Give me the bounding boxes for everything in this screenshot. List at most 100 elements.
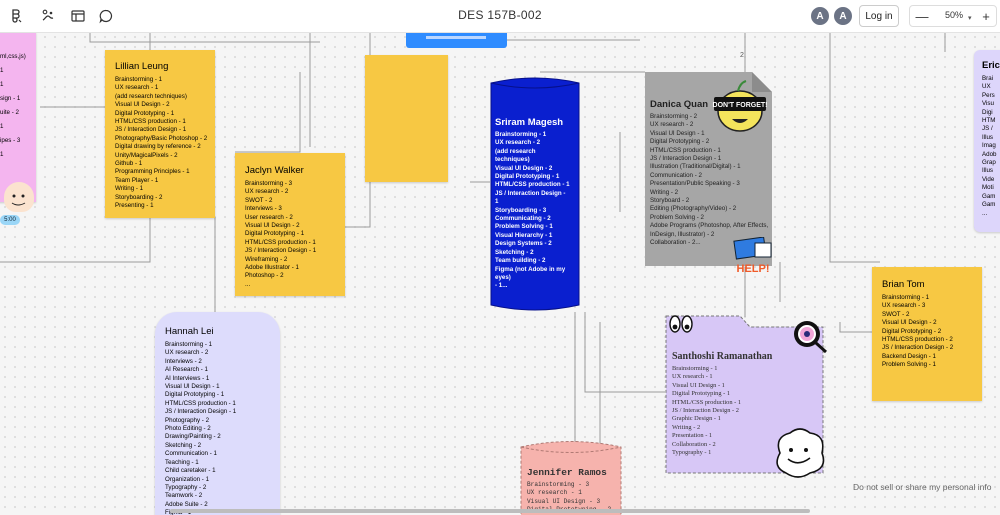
privacy-link[interactable]: Do not sell or share my personal info: [853, 482, 991, 492]
list-item: Brainstorming - 3: [245, 180, 293, 187]
list-item: HTML/CSS production - 1: [115, 118, 186, 126]
list-item: Brainstorming - 3: [527, 481, 590, 488]
list-item: Visual UI Design - 1: [672, 381, 725, 389]
googly-eyes-sticker[interactable]: [667, 312, 695, 340]
list-item: ...: [982, 209, 988, 217]
list-item: Problem Solving - 1: [495, 223, 553, 231]
top-toolbar: DES 157B-002 A A Log in — 50% ▾ +: [0, 0, 1000, 33]
list-item: Sketching - 2: [165, 441, 202, 449]
list-item: Visu: [982, 100, 994, 108]
folder-content: Santhoshi Ramanathan Brainstorming - 1 UX…: [672, 351, 772, 457]
list-item: Storyboarding - 2: [115, 193, 163, 201]
zoom-out-button[interactable]: —: [912, 6, 932, 26]
list-item: UX research - 3: [882, 302, 926, 310]
timer-badge[interactable]: 5:00: [0, 215, 20, 225]
list-item: uite - 2: [0, 109, 19, 116]
button-label-partial: [426, 36, 486, 39]
list-item: Visual UI Design - 2: [882, 319, 937, 327]
list-item: Presenting - 1: [115, 202, 154, 210]
horizontal-scrollbar[interactable]: [170, 509, 810, 513]
list-item: Teaching - 1: [165, 458, 199, 466]
list-item: HTML/CSS production - 1: [672, 398, 742, 406]
list-item: Design Systems - 2: [495, 240, 552, 248]
list-item: Adobe Programs (Photoshop, After Effects…: [650, 222, 769, 230]
list-item: Illus: [982, 133, 994, 141]
list-item: JS / Interaction Design - 1: [650, 155, 722, 163]
list-item: UX research - 1: [672, 373, 713, 381]
list-item: Digital Prototyping - 1: [495, 173, 560, 181]
list-item: Adobe Illustrator - 1: [245, 264, 299, 272]
card-title: Eric: [982, 60, 1000, 71]
connector-label: 2: [740, 52, 744, 59]
card-title: Santhoshi Ramanathan: [672, 351, 773, 362]
whiteboard-canvas[interactable]: 2 ml,css,js) 1 1 sign - 1 uite - 2 1 ipe…: [0, 32, 1000, 515]
list-item: (add research techniques): [115, 92, 187, 100]
card-title: Brian Tom: [882, 279, 925, 290]
avatar[interactable]: A: [810, 6, 830, 26]
magnifier-sticker[interactable]: [790, 317, 830, 355]
list-item: HTML/CSS production - 2: [882, 336, 953, 344]
list-item: UX: [982, 83, 991, 91]
action-button-partial[interactable]: [406, 32, 507, 48]
list-item: Drawing/Painting - 2: [165, 433, 221, 441]
sticky-note-jaclyn[interactable]: Jaclyn Walker Brainstorming - 3 UX resear…: [235, 153, 345, 296]
list-item: Github - 1: [115, 160, 143, 168]
help-sticker[interactable]: HELP!: [727, 236, 777, 277]
sticky-note-hannah[interactable]: Hannah Lei Brainstorming - 1 UX research …: [155, 312, 280, 515]
card-title: Lillian Leung: [115, 61, 169, 72]
list-item: SWOT - 2: [245, 196, 273, 204]
list-item: Moti: [982, 184, 994, 192]
list-item: Brainstorming - 1: [115, 76, 163, 83]
list-item: Gam: [982, 201, 996, 209]
list-item: Presentation - 1: [672, 432, 713, 440]
list-item: Illustration (Traditional/Digital) - 1: [650, 163, 741, 171]
list-item: Photoshop - 2: [245, 272, 284, 280]
smiley-sticker[interactable]: [4, 182, 34, 212]
zoom-in-button[interactable]: +: [976, 6, 996, 26]
list-item: ipes - 3: [0, 137, 21, 144]
list-item: 1: [0, 151, 4, 158]
list-item: Communication - 2: [650, 171, 702, 179]
sticky-note-brian[interactable]: Brian Tom Brainstorming - 1 UX research -…: [872, 267, 982, 401]
list-item: JS / Interaction Design -: [495, 189, 566, 197]
list-item: UX research - 2: [495, 139, 541, 147]
list-item: Brainstorming - 1: [495, 131, 547, 138]
shape-cylinder-sriram[interactable]: Sriram Magesh Brainstorming - 1 UX resear…: [490, 77, 581, 311]
card-title: Sriram Magesh: [495, 117, 564, 128]
list-item: Visual UI Design - 2: [495, 164, 553, 172]
list-item: Figma (not Adobe in my: [495, 265, 566, 273]
list-item: Grap: [982, 159, 996, 167]
list-item: Digital Prototyping - 1: [115, 109, 175, 117]
list-item: JS / Interaction Design - 1: [115, 126, 187, 134]
list-item: Digi: [982, 108, 993, 116]
sticky-note-eric[interactable]: Eric Brai UX Pers Visu Digi HTM JS / Illus Imag A…: [974, 50, 1000, 232]
svg-text:HELP!: HELP!: [737, 263, 770, 275]
list-item: UX research - 1: [115, 84, 159, 92]
list-item: Communicating - 2: [495, 215, 551, 223]
list-item: - 1...: [495, 282, 508, 290]
list-item: Communication - 1: [165, 450, 217, 458]
list-item: User research - 2: [245, 213, 293, 221]
list-item: Digital Prototyping - 1: [165, 391, 225, 399]
zoom-level-dropdown[interactable]: 50%: [936, 10, 972, 20]
sticky-partial-left[interactable]: ml,css,js) 1 1 sign - 1 uite - 2 1 ipes …: [0, 32, 36, 202]
list-item: Team building - 2: [495, 257, 546, 265]
sticky-note-lillian[interactable]: Lillian Leung Brainstorming - 1 UX resear…: [105, 50, 215, 218]
skills-list: Brainstorming - 1 UX research - 2 Intervie…: [165, 341, 270, 515]
list-item: Typography - 2: [165, 483, 207, 491]
dont-forget-sticker[interactable]: DON'T FORGET!: [710, 77, 770, 135]
list-item: 1: [495, 198, 499, 206]
skills-list: Brainstorming - 3 UX research - 2 SWOT - 2…: [245, 180, 335, 289]
list-item: Gam: [982, 192, 996, 200]
avatar[interactable]: A: [833, 6, 853, 26]
list-item: JS / Interaction Design - 2: [882, 344, 954, 352]
login-button[interactable]: Log in: [859, 5, 899, 27]
list-item: Backend Design - 1: [882, 352, 936, 360]
shape-cylinder-jennifer[interactable]: Jennifer Ramos Brainstorming - 3 UX resea…: [520, 440, 622, 515]
list-item: Visual UI Design - 2: [245, 222, 300, 230]
list-item: UX research - 2: [165, 349, 209, 357]
list-item: Brai: [982, 75, 994, 82]
sticky-note-empty[interactable]: [365, 55, 448, 182]
list-item: Visual Hierarchy - 1: [495, 231, 553, 239]
smiley-doodle-sticker[interactable]: [770, 427, 828, 479]
